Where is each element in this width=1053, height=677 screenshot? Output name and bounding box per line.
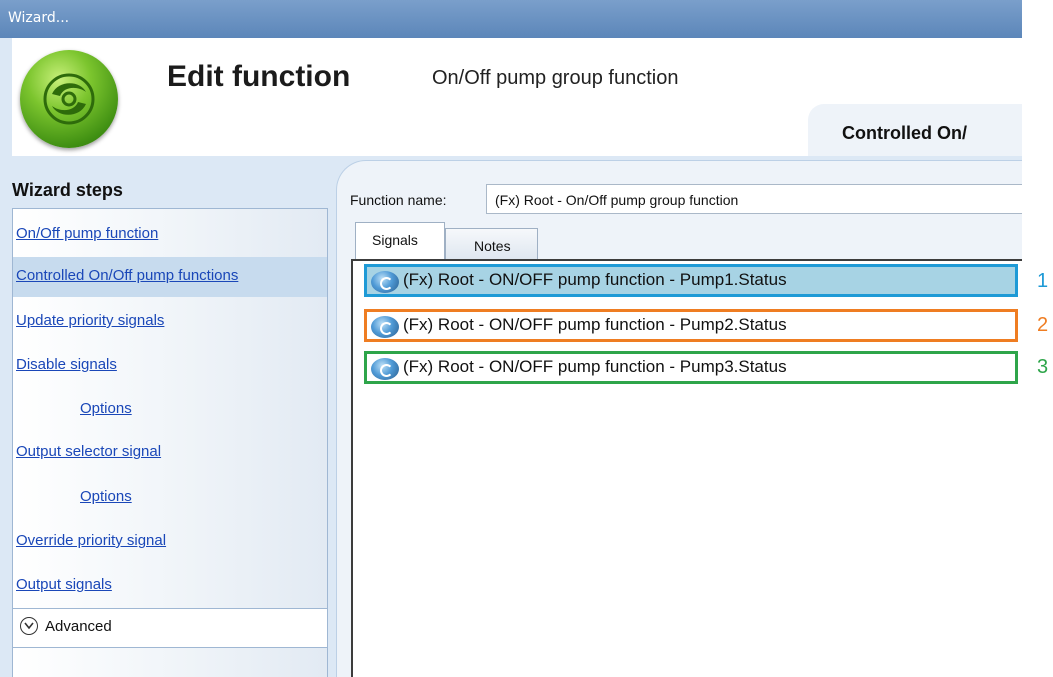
- step-output-selector-options[interactable]: Options: [80, 488, 132, 505]
- app-logo: [20, 50, 118, 148]
- signal-row-pump1[interactable]: (Fx) Root - ON/OFF pump function - Pump1…: [364, 264, 1018, 297]
- step-output-signals[interactable]: Output signals: [16, 576, 112, 593]
- chevron-down-icon[interactable]: [20, 617, 38, 635]
- signal-label: (Fx) Root - ON/OFF pump function - Pump1…: [403, 270, 787, 289]
- function-icon: [371, 316, 399, 338]
- advanced-label[interactable]: Advanced: [45, 618, 112, 635]
- signal-label: (Fx) Root - ON/OFF pump function - Pump3…: [403, 357, 787, 376]
- step-disable-signals[interactable]: Disable signals: [16, 356, 117, 373]
- function-icon: [371, 358, 399, 380]
- step-update-priority-signals[interactable]: Update priority signals: [16, 312, 164, 329]
- step-controlled-onoff-pump-functions[interactable]: Controlled On/Off pump functions: [16, 267, 238, 284]
- window-titlebar: Wizard...: [0, 0, 1022, 38]
- step-disable-signals-options[interactable]: Options: [80, 400, 132, 417]
- signal-row-pump3[interactable]: (Fx) Root - ON/OFF pump function - Pump3…: [364, 351, 1018, 384]
- page-subtitle: On/Off pump group function: [432, 67, 679, 89]
- current-step-tab-label: Controlled On/: [842, 123, 967, 143]
- annotation-number-3: 3: [1037, 356, 1049, 378]
- tab-signals[interactable]: Signals: [355, 222, 445, 259]
- window-title: Wizard...: [8, 10, 70, 26]
- signal-row-pump2[interactable]: (Fx) Root - ON/OFF pump function - Pump2…: [364, 309, 1018, 342]
- function-icon: [371, 271, 399, 293]
- swirl-icon: [43, 73, 95, 125]
- step-override-priority-signal[interactable]: Override priority signal: [16, 532, 166, 549]
- signal-label: (Fx) Root - ON/OFF pump function - Pump2…: [403, 315, 787, 334]
- tab-notes[interactable]: Notes: [445, 228, 538, 259]
- function-name-label: Function name:: [350, 192, 447, 208]
- annotation-number-2: 2: [1037, 314, 1049, 336]
- wizard-steps-title: Wizard steps: [12, 180, 123, 200]
- step-output-selector-signal[interactable]: Output selector signal: [16, 443, 161, 460]
- step-onoff-pump-function[interactable]: On/Off pump function: [16, 225, 158, 242]
- annotation-margin: [1022, 0, 1053, 677]
- function-name-field[interactable]: (Fx) Root - On/Off pump group function: [486, 184, 1022, 214]
- page-title: Edit function: [167, 60, 351, 93]
- annotation-number-1: 1: [1037, 270, 1049, 292]
